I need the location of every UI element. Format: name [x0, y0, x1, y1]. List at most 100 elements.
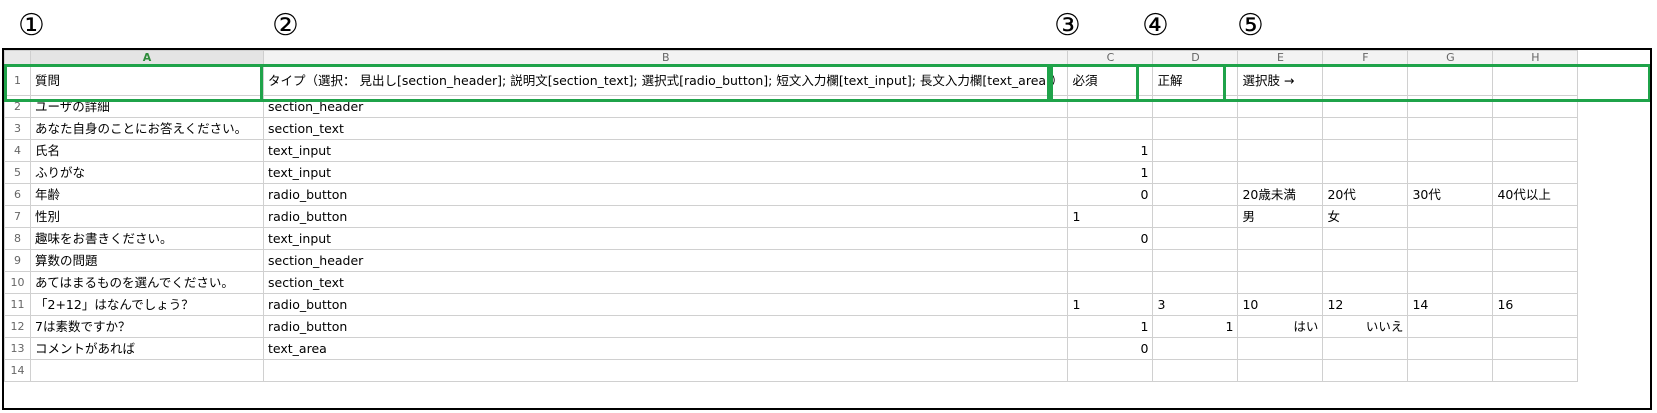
- cell[interactable]: [1237, 249, 1324, 272]
- cell[interactable]: [1152, 271, 1239, 294]
- cell[interactable]: 年齢: [30, 183, 264, 206]
- cell[interactable]: [1322, 117, 1409, 140]
- cell[interactable]: 1: [1152, 315, 1239, 338]
- cell[interactable]: [1237, 95, 1324, 118]
- cell[interactable]: section_text: [262, 117, 1069, 140]
- row-header[interactable]: 11: [4, 293, 31, 316]
- row-header[interactable]: 2: [4, 95, 31, 118]
- cell[interactable]: [1067, 249, 1154, 272]
- cell[interactable]: [1237, 117, 1324, 140]
- cell[interactable]: [1237, 271, 1324, 294]
- cell[interactable]: 1: [1067, 315, 1154, 338]
- cell[interactable]: text_input: [262, 227, 1069, 250]
- cell[interactable]: text_input: [262, 161, 1069, 184]
- cell[interactable]: [1322, 359, 1409, 382]
- cell[interactable]: [1152, 183, 1239, 206]
- cell[interactable]: 女: [1322, 205, 1409, 228]
- cell[interactable]: [1492, 249, 1579, 272]
- column-header-c[interactable]: C: [1067, 50, 1154, 66]
- cell[interactable]: [1152, 205, 1239, 228]
- row-header[interactable]: 9: [4, 249, 31, 272]
- cell[interactable]: [1237, 161, 1324, 184]
- cell[interactable]: [1407, 271, 1494, 294]
- cell[interactable]: 性別: [30, 205, 264, 228]
- cell[interactable]: [1492, 64, 1579, 96]
- row-header[interactable]: 3: [4, 117, 31, 140]
- row-header[interactable]: 14: [4, 359, 31, 382]
- cell[interactable]: [1152, 227, 1239, 250]
- cell[interactable]: 趣味をお書きください。: [30, 227, 264, 250]
- cell[interactable]: text_input: [262, 139, 1069, 162]
- cell[interactable]: 0: [1067, 183, 1154, 206]
- cell[interactable]: [1067, 359, 1154, 382]
- cell[interactable]: [1322, 271, 1409, 294]
- cell[interactable]: あてはまるものを選んでください。: [30, 271, 264, 294]
- cell[interactable]: [1152, 95, 1239, 118]
- cell[interactable]: [1237, 359, 1324, 382]
- cell[interactable]: [1152, 249, 1239, 272]
- cell[interactable]: 算数の問題: [30, 249, 264, 272]
- cell[interactable]: radio_button: [262, 315, 1069, 338]
- cell[interactable]: [1237, 337, 1324, 360]
- cell[interactable]: [1407, 139, 1494, 162]
- cell[interactable]: [1322, 139, 1409, 162]
- row-header[interactable]: 4: [4, 139, 31, 162]
- cell[interactable]: はい: [1237, 315, 1324, 338]
- column-header-g[interactable]: G: [1407, 50, 1494, 66]
- cell[interactable]: [1322, 249, 1409, 272]
- cell[interactable]: [1492, 359, 1579, 382]
- column-header-f[interactable]: F: [1322, 50, 1409, 66]
- cell[interactable]: [1067, 95, 1154, 118]
- cell[interactable]: [1152, 117, 1239, 140]
- cell[interactable]: [1407, 227, 1494, 250]
- cell[interactable]: 30代: [1407, 183, 1494, 206]
- row-header[interactable]: 13: [4, 337, 31, 360]
- cell[interactable]: 20代: [1322, 183, 1409, 206]
- cell[interactable]: [1322, 227, 1409, 250]
- cell[interactable]: 1: [1067, 293, 1154, 316]
- cell[interactable]: [1492, 139, 1579, 162]
- row-header[interactable]: 8: [4, 227, 31, 250]
- cell[interactable]: [1407, 64, 1494, 96]
- column-header-e[interactable]: E: [1237, 50, 1324, 66]
- column-header-a[interactable]: A: [30, 50, 264, 66]
- cell[interactable]: 氏名: [30, 139, 264, 162]
- cell[interactable]: [1237, 227, 1324, 250]
- cell[interactable]: [1152, 337, 1239, 360]
- cell[interactable]: [1492, 95, 1579, 118]
- row-header[interactable]: 5: [4, 161, 31, 184]
- cell[interactable]: 14: [1407, 293, 1494, 316]
- cell[interactable]: [1407, 315, 1494, 338]
- cell[interactable]: 質問: [30, 64, 264, 96]
- cell[interactable]: [1492, 227, 1579, 250]
- cell[interactable]: 10: [1237, 293, 1324, 316]
- cell[interactable]: [1492, 161, 1579, 184]
- cell[interactable]: 7は素数ですか？: [30, 315, 264, 338]
- cell[interactable]: 男: [1237, 205, 1324, 228]
- cell[interactable]: [1492, 337, 1579, 360]
- row-header[interactable]: 6: [4, 183, 31, 206]
- cell[interactable]: [1492, 271, 1579, 294]
- cell[interactable]: text_area: [262, 337, 1069, 360]
- cell[interactable]: [1322, 64, 1409, 96]
- cell[interactable]: 0: [1067, 227, 1154, 250]
- column-header-d[interactable]: D: [1152, 50, 1239, 66]
- row-header[interactable]: 10: [4, 271, 31, 294]
- cell[interactable]: [1407, 249, 1494, 272]
- column-header-h[interactable]: H: [1492, 50, 1579, 66]
- cell[interactable]: [1407, 205, 1494, 228]
- cell[interactable]: 1: [1067, 161, 1154, 184]
- cell[interactable]: 20歳未満: [1237, 183, 1324, 206]
- cell[interactable]: section_header: [262, 249, 1069, 272]
- cell[interactable]: 0: [1067, 337, 1154, 360]
- cell[interactable]: radio_button: [262, 183, 1069, 206]
- cell[interactable]: 40代以上: [1492, 183, 1579, 206]
- cell[interactable]: ユーザの詳細: [30, 95, 264, 118]
- cell[interactable]: [1322, 95, 1409, 118]
- select-all-corner[interactable]: [4, 50, 31, 66]
- cell[interactable]: [1492, 315, 1579, 338]
- cell[interactable]: 1: [1067, 139, 1154, 162]
- column-header-b[interactable]: B: [262, 50, 1069, 66]
- cell[interactable]: [1152, 139, 1239, 162]
- row-header[interactable]: 7: [4, 205, 31, 228]
